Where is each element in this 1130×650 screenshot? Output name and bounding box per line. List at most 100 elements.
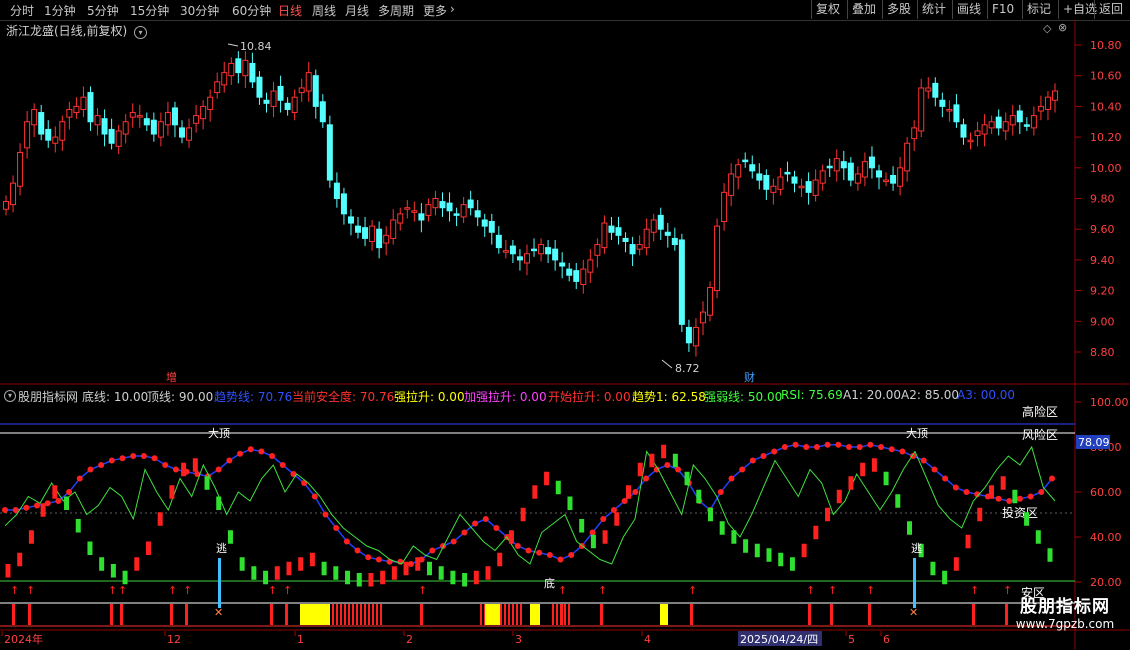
- signal-tick: [972, 604, 975, 625]
- candle-body: [939, 99, 946, 107]
- trend-dot: [269, 453, 276, 459]
- candle-body: [411, 210, 418, 213]
- candle-body: [678, 239, 685, 325]
- trend-dot: [87, 466, 94, 473]
- candle-body: [298, 87, 305, 94]
- signal-bar-red: [332, 604, 334, 625]
- candle-body: [643, 228, 650, 249]
- candle-body: [214, 81, 221, 94]
- stair-bar: [368, 573, 374, 587]
- price-tick-label-9: 9.00: [1090, 315, 1115, 328]
- candle-body: [432, 198, 439, 209]
- candle-body: [777, 176, 784, 190]
- trend-dot: [279, 462, 286, 468]
- candle-body: [566, 268, 573, 276]
- candle-body: [883, 179, 890, 183]
- signal-tick: [690, 604, 693, 625]
- candle-body: [953, 104, 960, 123]
- candle-body: [629, 244, 636, 255]
- stair-bar: [626, 485, 632, 499]
- candle-body: [692, 326, 699, 347]
- signal-bar-yellow: [660, 604, 668, 625]
- candle-body: [439, 201, 446, 209]
- date-label-3: 2: [406, 633, 413, 646]
- legend-item-7: 开始拉升: 0.00: [548, 390, 631, 404]
- signal-bar-red: [380, 604, 382, 625]
- date-label-8: 6: [883, 633, 890, 646]
- stair-bar: [684, 471, 690, 486]
- stair-bar: [555, 480, 561, 495]
- up-arrow-icon: ↑: [418, 584, 427, 597]
- stair-bar: [731, 530, 737, 544]
- signal-bar-red: [512, 604, 514, 625]
- stair-bar: [75, 519, 81, 533]
- stair-bar: [5, 564, 11, 578]
- candle-body: [495, 234, 502, 249]
- candle-body: [80, 96, 87, 110]
- stock-chart[interactable]: 10.80 10.60 10.40 10.20 10.00 9.80 9.60 9.40 9.2…: [0, 0, 1130, 650]
- candle-body: [193, 115, 200, 124]
- stair-bar: [1035, 530, 1041, 544]
- candle-body: [911, 127, 918, 140]
- candle-body: [650, 219, 657, 233]
- signal-bar-yellow: [530, 604, 540, 625]
- stair-bar: [415, 557, 421, 571]
- candle-body: [256, 76, 263, 98]
- trend-dot: [151, 455, 158, 462]
- signal-bar-red: [508, 604, 510, 625]
- trend-dot: [995, 495, 1002, 502]
- chevron-down-circle-icon[interactable]: ▾: [4, 390, 16, 402]
- candle-body: [1052, 90, 1058, 101]
- candle-body: [1023, 124, 1030, 127]
- signal-bar-red: [564, 604, 566, 625]
- stair-bar: [508, 530, 514, 544]
- up-arrow-icon: ↑: [108, 584, 117, 597]
- signal-tick: [110, 604, 113, 625]
- candle-body: [235, 58, 242, 74]
- date-label-2: 1: [297, 633, 304, 646]
- stair-bar: [1000, 476, 1006, 490]
- trend-dot: [322, 511, 329, 518]
- candle-body: [87, 92, 94, 123]
- stair-bar: [649, 453, 655, 468]
- trend-dot: [1038, 489, 1045, 495]
- candle-body: [798, 185, 805, 189]
- stair-bar: [988, 485, 994, 499]
- watermark-line1: 股朋指标网: [1020, 597, 1110, 617]
- candle-body: [995, 116, 1002, 129]
- trend-dot: [55, 498, 62, 504]
- ind-tick-label-0: 100.00: [1090, 396, 1129, 409]
- trend-dot: [963, 489, 970, 495]
- trend-dot: [568, 552, 575, 558]
- candle-body: [854, 173, 861, 184]
- escape-icon: ✕: [214, 606, 223, 619]
- candle-body: [31, 108, 38, 126]
- candle-body: [277, 85, 284, 101]
- trend-dot: [643, 475, 650, 482]
- up-arrow-icon: ↑: [118, 584, 127, 597]
- high-price-label: 10.84: [240, 40, 272, 53]
- up-arrow-icon: ↑: [558, 584, 567, 597]
- trend-dot: [461, 529, 468, 536]
- candle-body: [1002, 121, 1009, 132]
- candle-body: [594, 244, 601, 256]
- legend-item-8: 趋势1: 62.58: [632, 390, 706, 404]
- date-label-4: 3: [515, 633, 522, 646]
- candle-body: [319, 101, 326, 123]
- signal-tick: [560, 604, 563, 625]
- trend-dot: [450, 538, 457, 545]
- trend-dot: [108, 457, 115, 464]
- stair-bar: [567, 496, 573, 510]
- stair-bar: [942, 570, 948, 585]
- candle-body: [685, 326, 692, 344]
- signal-tick: [270, 604, 273, 625]
- candle-body: [101, 118, 108, 135]
- trend-dot: [632, 489, 639, 495]
- stair-bar: [907, 521, 913, 535]
- signal-tick: [830, 604, 833, 625]
- stair-bar: [251, 566, 257, 580]
- trend-dot: [66, 489, 73, 495]
- candle-body: [460, 204, 467, 218]
- stair-bar: [52, 485, 58, 499]
- stair-bar: [450, 570, 456, 585]
